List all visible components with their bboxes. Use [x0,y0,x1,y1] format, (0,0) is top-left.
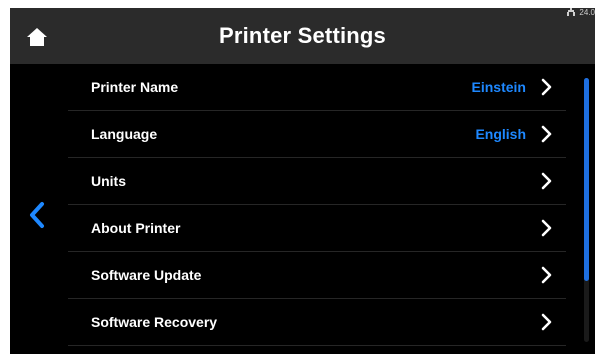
chevron-right-icon [541,313,552,331]
network-icon [567,8,576,16]
row-label: Software Update [91,267,202,283]
settings-row-printer-name[interactable]: Printer Name Einstein [68,64,566,111]
page-title: Printer Settings [218,23,386,48]
row-value: Einstein [471,79,526,95]
row-label: Software Recovery [91,314,218,330]
settings-row-units[interactable]: Units [68,158,566,205]
chevron-right-icon [541,266,552,284]
row-label: Units [91,173,126,189]
settings-list: Printer Name Einstein Language English U… [68,64,566,354]
printer-screen: Printer Settings 24.0 Printer Name Einst… [10,8,595,354]
scrollbar[interactable] [584,78,589,342]
chevron-right-icon [541,219,552,237]
header-bar: Printer Settings 24.0 [10,8,595,64]
status-text: 24.0 [579,8,595,17]
nav-column [10,64,68,354]
chevron-right-icon [541,172,552,190]
scrollbar-thumb[interactable] [584,78,589,281]
settings-row-language[interactable]: Language English [68,111,566,158]
chevron-right-icon [541,78,552,96]
settings-row-about-printer[interactable]: About Printer [68,205,566,252]
row-value: English [475,126,526,142]
row-label: Printer Name [91,79,179,95]
row-label: Language [91,126,158,142]
chevron-right-icon [541,125,552,143]
row-label: About Printer [91,220,181,236]
status-indicator: 24.0 [566,8,595,17]
settings-row-software-recovery[interactable]: Software Recovery [68,299,566,346]
settings-row-software-update[interactable]: Software Update [68,252,566,299]
chevron-left-icon[interactable] [26,200,48,230]
